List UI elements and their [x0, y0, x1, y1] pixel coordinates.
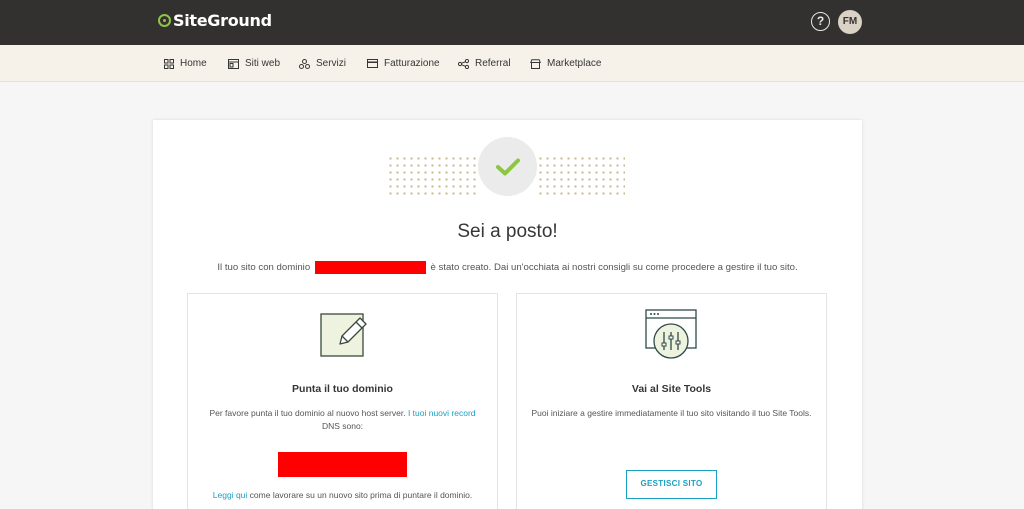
nav-item-siti-web[interactable]: Siti web [228, 45, 280, 82]
website-icon [228, 58, 239, 69]
logo-icon [158, 14, 171, 27]
redacted-domain [314, 261, 426, 274]
store-icon [530, 58, 541, 69]
nav-label-siti-web: Siti web [245, 58, 281, 69]
share-icon [458, 58, 469, 69]
page-title: Sei a posto! [457, 221, 558, 242]
nav-item-fatturazione[interactable]: Fatturazione [367, 45, 440, 82]
top-bar: SiteGround ? FM [0, 0, 1024, 45]
nav-label-referral: Referral [475, 58, 511, 69]
nav-item-servizi[interactable]: Servizi [299, 45, 346, 82]
point-domain-panel: Punta il tuo dominio Per favore punta il… [187, 293, 498, 509]
siteground-logo[interactable]: SiteGround [158, 11, 272, 30]
read-here-link[interactable]: Leggi qui [213, 490, 248, 500]
logo-text: SiteGround [173, 11, 272, 30]
manage-site-button[interactable]: GESTISCI SITO [626, 470, 717, 499]
decorative-dots-right [537, 155, 625, 199]
nav-label-marketplace: Marketplace [547, 58, 602, 69]
site-tools-title: Vai al Site Tools [631, 383, 712, 395]
help-button[interactable]: ? [811, 12, 830, 31]
success-card: Sei a posto! Il tuo sito con dominio è s… [153, 120, 862, 509]
point-domain-footnote: Leggi qui come lavorare su un nuovo sito… [188, 490, 497, 500]
main-nav: Home Siti web Servizi Fatturazione Refer… [0, 45, 1024, 82]
redacted-dns-records [278, 452, 407, 477]
nav-item-home[interactable]: Home [164, 45, 207, 82]
nav-label-servizi: Servizi [316, 58, 347, 69]
success-check-icon [478, 137, 537, 196]
success-message-after: è stato creato. Dai un'occhiata ai nostr… [430, 262, 798, 274]
edit-icon [320, 313, 367, 357]
point-domain-text: Per favore punta il tuo dominio al nuovo… [202, 407, 483, 433]
nav-label-fatturazione: Fatturazione [384, 58, 440, 69]
grid-icon [164, 58, 174, 69]
point-domain-footnote-text: come lavorare su un nuovo sito prima di … [249, 490, 473, 500]
success-message-before: Il tuo sito con dominio [217, 262, 311, 274]
decorative-dots-left [387, 155, 478, 199]
success-message: Il tuo sito con dominio è stato creato. … [153, 261, 862, 274]
user-avatar[interactable]: FM [838, 10, 862, 34]
billing-icon [367, 59, 378, 68]
point-domain-text-main: Per favore punta il tuo dominio al nuovo… [209, 408, 406, 418]
site-tools-text: Puoi iniziare a gestire immediatamente i… [531, 408, 812, 418]
site-tools-icon [645, 309, 697, 359]
site-tools-panel: Vai al Site Tools Puoi iniziare a gestir… [516, 293, 827, 509]
nav-item-referral[interactable]: Referral [458, 45, 511, 82]
point-domain-title: Punta il tuo dominio [292, 383, 393, 395]
point-domain-text-highlight: I tuoi nuovi record [407, 408, 476, 418]
services-icon [299, 58, 310, 69]
point-domain-text-end: DNS sono: [321, 421, 364, 431]
nav-label-home: Home [180, 58, 207, 69]
nav-item-marketplace[interactable]: Marketplace [530, 45, 601, 82]
